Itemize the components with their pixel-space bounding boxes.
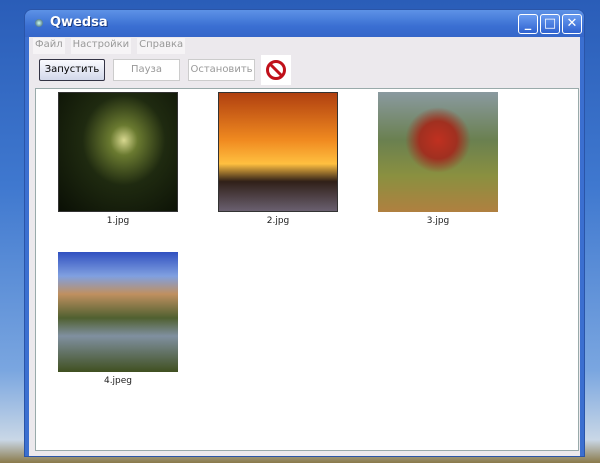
image-thumbnail	[58, 252, 178, 372]
image-item[interactable]: 1.jpg	[58, 92, 178, 226]
maximize-button[interactable]: □	[540, 14, 560, 34]
pause-button[interactable]: Пауза	[113, 59, 180, 81]
window-title: Qwedsa	[50, 15, 108, 30]
image-label: 4.jpeg	[103, 376, 133, 386]
no-entry-icon	[266, 60, 286, 80]
title-bar[interactable]: Qwedsa _ □ ✕	[25, 10, 584, 37]
image-thumbnail	[378, 92, 498, 212]
menu-settings[interactable]: Настройки	[70, 38, 132, 54]
image-thumbnail	[218, 92, 338, 212]
image-item[interactable]: 2.jpg	[218, 92, 338, 226]
app-window: Qwedsa _ □ ✕ Файл Настройки Справка Запу…	[24, 9, 585, 457]
image-item[interactable]: 4.jpeg	[58, 252, 178, 386]
app-icon	[35, 19, 43, 27]
menu-help[interactable]: Справка	[137, 38, 186, 54]
stop-button[interactable]: Остановить	[188, 59, 255, 81]
image-list: 1.jpg 2.jpg 3.jpg 4.jpeg	[35, 88, 579, 451]
menu-bar: Файл Настройки Справка	[33, 38, 186, 54]
image-label: 1.jpg	[106, 216, 130, 226]
start-button[interactable]: Запустить	[39, 59, 105, 81]
image-thumbnail	[58, 92, 178, 212]
cancel-icon-button[interactable]	[261, 55, 291, 85]
menu-file[interactable]: Файл	[33, 38, 65, 54]
image-item[interactable]: 3.jpg	[378, 92, 498, 226]
image-label: 3.jpg	[426, 216, 450, 226]
minimize-button[interactable]: _	[518, 14, 538, 34]
image-label: 2.jpg	[266, 216, 290, 226]
close-button[interactable]: ✕	[562, 14, 582, 34]
